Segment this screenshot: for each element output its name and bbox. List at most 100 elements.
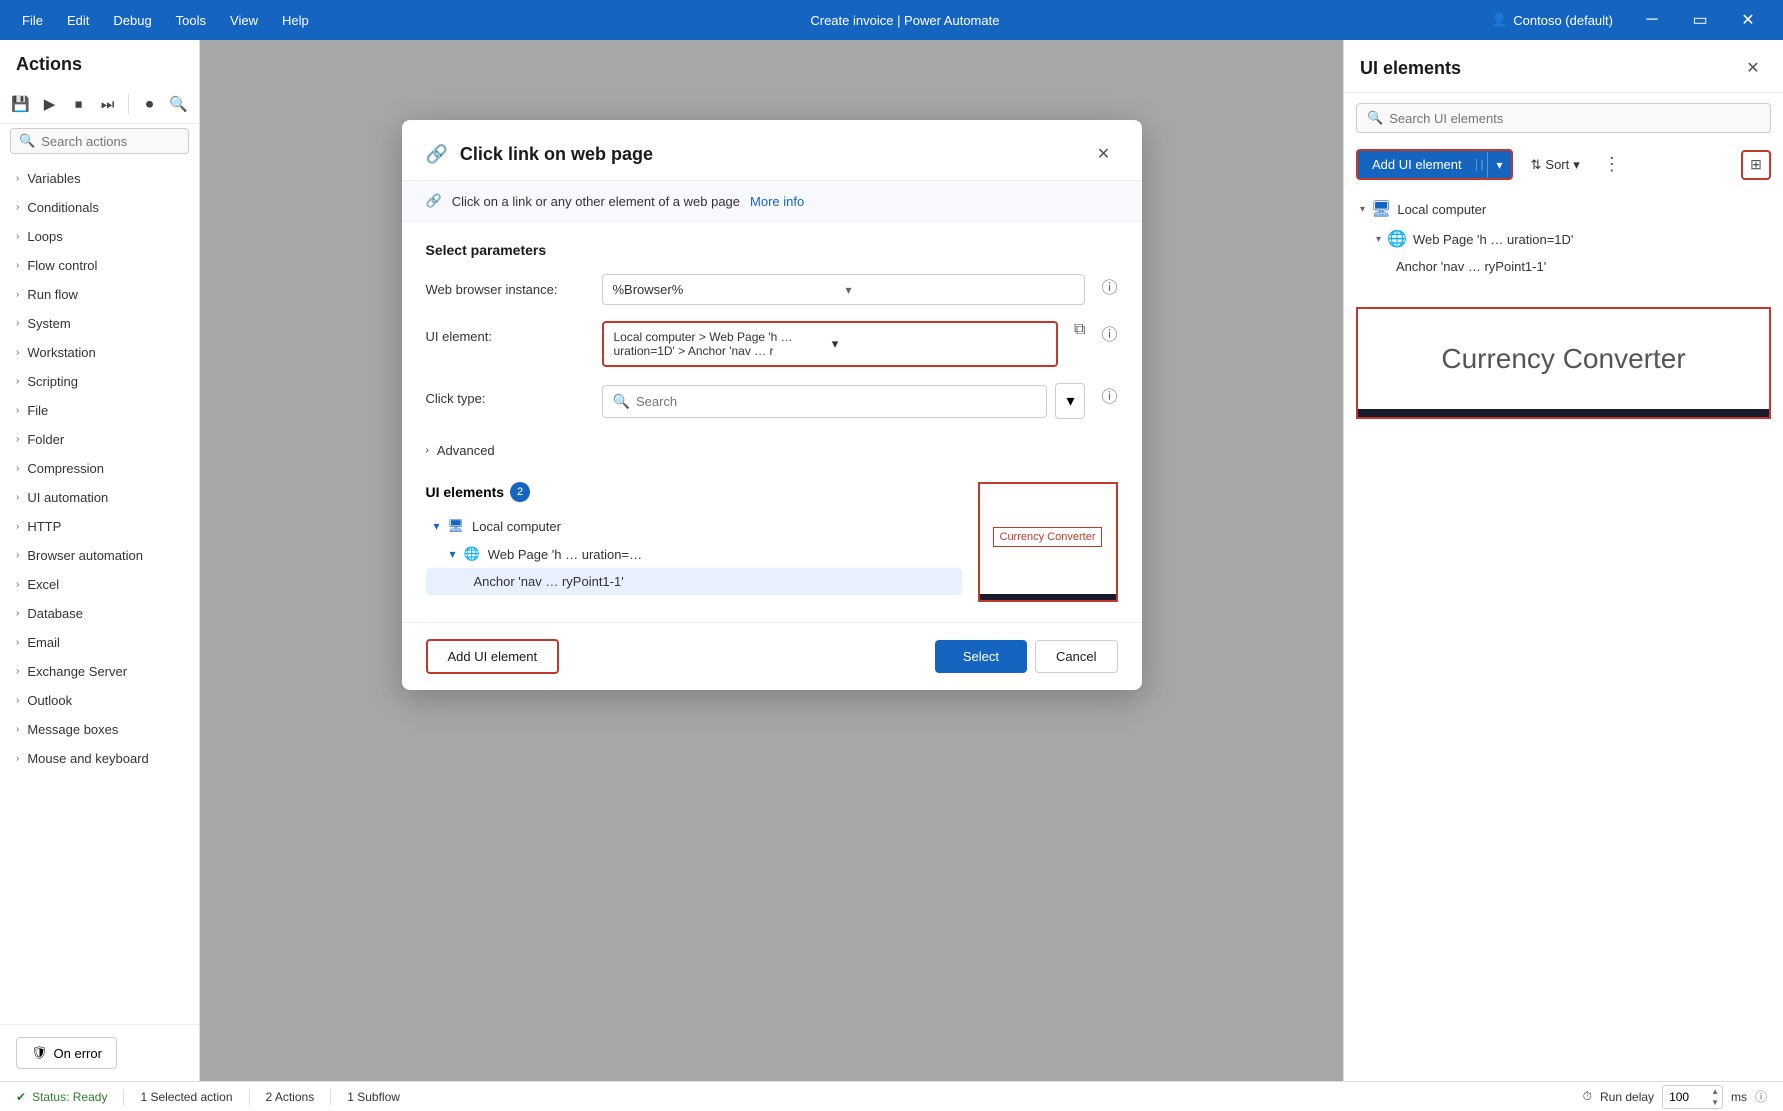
maximize-button[interactable]: ▭ [1677, 0, 1723, 40]
action-item-ui-automation[interactable]: ›UI automation [0, 483, 199, 512]
action-item-browser-automation[interactable]: ›Browser automation [0, 541, 199, 570]
search-icon: 🔍 [19, 133, 35, 149]
web-browser-row: Web browser instance: %Browser% ▾ ⓘ [426, 274, 1118, 305]
title-bar-right: 👤 Contoso (default) ─ ▭ ✕ [1491, 0, 1771, 40]
action-item-message-boxes[interactable]: ›Message boxes [0, 715, 199, 744]
action-item-run-flow[interactable]: ›Run flow [0, 280, 199, 309]
cancel-button[interactable]: Cancel [1035, 640, 1117, 673]
check-icon: ✔ [16, 1090, 26, 1104]
actions-search-input[interactable] [41, 134, 180, 149]
web-browser-dropdown[interactable]: %Browser% ▾ [602, 274, 1086, 305]
action-item-file[interactable]: ›File [0, 396, 199, 425]
action-item-exchange-server[interactable]: ›Exchange Server [0, 657, 199, 686]
subflow-text: 1 Subflow [347, 1090, 400, 1104]
ui-element-info-icon[interactable]: ⓘ [1101, 321, 1117, 345]
menu-file[interactable]: File [12, 9, 53, 32]
advanced-section[interactable]: › Advanced [426, 435, 1118, 466]
capture-icon[interactable]: ⊞ [1741, 150, 1771, 180]
toolbar-search-icon[interactable]: 🔍 [166, 89, 191, 119]
delay-down-arrow[interactable]: ▼ [1708, 1097, 1722, 1108]
save-button[interactable]: 💾 [8, 89, 33, 119]
action-item-excel[interactable]: ›Excel [0, 570, 199, 599]
status-text: Status: Ready [32, 1090, 107, 1104]
action-item-http[interactable]: ›HTTP [0, 512, 199, 541]
modal-tree-local-computer[interactable]: ▾ 🖥 Local computer [426, 512, 962, 540]
preview-thumbnail: Currency Converter [978, 482, 1118, 602]
action-item-mouse-keyboard[interactable]: ›Mouse and keyboard [0, 744, 199, 773]
click-type-row: Click type: 🔍 ▾ ⓘ [426, 383, 1118, 419]
action-item-scripting[interactable]: ›Scripting [0, 367, 199, 396]
chevron-down-icon: ▾ [1376, 234, 1381, 245]
run-delay-input[interactable] [1663, 1088, 1708, 1106]
modal-close-button[interactable]: ✕ [1090, 140, 1118, 168]
on-error-button[interactable]: 🛡 On error [16, 1037, 117, 1069]
web-browser-info-icon[interactable]: ⓘ [1101, 274, 1117, 298]
advanced-arrow-icon: › [426, 445, 429, 456]
click-type-dropdown-arrow[interactable]: ▾ [1055, 383, 1085, 419]
run-delay-label: Run delay [1600, 1090, 1654, 1104]
ui-elements-close-button[interactable]: ✕ [1739, 54, 1767, 82]
run-delay-info-icon[interactable]: ⓘ [1755, 1088, 1767, 1105]
action-item-folder[interactable]: ›Folder [0, 425, 199, 454]
record-button[interactable]: ⏺ [137, 89, 162, 119]
action-item-loops[interactable]: ›Loops [0, 222, 199, 251]
next-button[interactable]: ⏭ [95, 89, 120, 119]
run-button[interactable]: ▶ [37, 89, 62, 119]
minimize-button[interactable]: ─ [1629, 0, 1675, 40]
advanced-label: Advanced [437, 443, 495, 458]
more-info-link[interactable]: More info [750, 194, 804, 209]
action-item-conditionals[interactable]: ›Conditionals [0, 193, 199, 222]
ui-elements-search-input[interactable] [1389, 111, 1760, 126]
stop-button[interactable]: ⏹ [66, 89, 91, 119]
ui-element-dropdown[interactable]: Local computer > Web Page 'h … uration=1… [602, 321, 1059, 367]
action-item-workstation[interactable]: ›Workstation [0, 338, 199, 367]
actions-search-box[interactable]: 🔍 [10, 128, 189, 154]
modal-tree-anchor[interactable]: Anchor 'nav … ryPoint1-1' [426, 568, 962, 595]
action-item-outlook[interactable]: ›Outlook [0, 686, 199, 715]
tree-anchor[interactable]: Anchor 'nav … ryPoint1-1' [1356, 254, 1771, 279]
currency-converter-preview: Currency Converter [1356, 307, 1771, 419]
action-item-variables[interactable]: ›Variables [0, 164, 199, 193]
ui-elements-tree: ▾ 🖥 Local computer ▾ 🌐 Web Page 'h … ura… [1344, 186, 1783, 287]
modal-tree-webpage[interactable]: ▾ 🌐 Web Page 'h … uration=… [426, 540, 962, 568]
menu-tools[interactable]: Tools [166, 9, 216, 32]
modal-dialog: 🔗 Click link on web page ✕ 🔗 Click on a … [402, 120, 1142, 690]
search-icon: 🔍 [613, 393, 630, 410]
user-avatar-icon: 👤 [1491, 12, 1507, 28]
delay-arrows: ▲ ▼ [1708, 1086, 1722, 1108]
sort-button[interactable]: ⇅ Sort ▾ [1521, 151, 1590, 179]
action-item-system[interactable]: ›System [0, 309, 199, 338]
layers-icon[interactable]: ⧉ [1074, 321, 1085, 339]
close-button[interactable]: ✕ [1725, 0, 1771, 40]
ui-elements-search-box[interactable]: 🔍 [1356, 103, 1771, 133]
tree-local-computer[interactable]: ▾ 🖥 Local computer [1356, 194, 1771, 224]
menu-view[interactable]: View [220, 9, 268, 32]
modal-ui-elements-section: UI elements 2 ▾ 🖥 Local computer [426, 482, 1118, 602]
add-ui-element-arrow-button[interactable]: ▾ [1487, 152, 1510, 178]
add-ui-element-button[interactable]: Add UI element | ▾ [1356, 149, 1513, 180]
more-options-button[interactable]: ⋮ [1598, 151, 1626, 179]
status-bar: ✔ Status: Ready 1 Selected action 2 Acti… [0, 1081, 1783, 1111]
action-item-flow-control[interactable]: ›Flow control [0, 251, 199, 280]
click-type-search-input[interactable] [636, 394, 1037, 409]
action-item-email[interactable]: ›Email [0, 628, 199, 657]
tree-webpage[interactable]: ▾ 🌐 Web Page 'h … uration=1D' [1356, 224, 1771, 254]
select-button[interactable]: Select [935, 640, 1027, 673]
add-ui-element-main-button[interactable]: Add UI element [1358, 151, 1476, 178]
chevron-down-icon: ▾ [450, 547, 456, 561]
status-divider-3 [330, 1089, 331, 1105]
modal-title: Click link on web page [460, 144, 1090, 165]
click-type-search-field[interactable]: 🔍 [602, 385, 1048, 418]
ui-elements-header: UI elements ✕ [1344, 40, 1783, 93]
ui-element-control: Local computer > Web Page 'h … uration=1… [602, 321, 1059, 367]
action-item-compression[interactable]: ›Compression [0, 454, 199, 483]
click-type-label: Click type: [426, 383, 586, 406]
ui-elements-toolbar: Add UI element | ▾ ⇅ Sort ▾ ⋮ ⊞ [1344, 143, 1783, 186]
delay-up-arrow[interactable]: ▲ [1708, 1086, 1722, 1097]
click-type-info-icon[interactable]: ⓘ [1101, 383, 1117, 407]
action-item-database[interactable]: ›Database [0, 599, 199, 628]
menu-help[interactable]: Help [272, 9, 319, 32]
menu-debug[interactable]: Debug [103, 9, 161, 32]
add-ui-element-button[interactable]: Add UI element [426, 639, 560, 674]
menu-edit[interactable]: Edit [57, 9, 99, 32]
